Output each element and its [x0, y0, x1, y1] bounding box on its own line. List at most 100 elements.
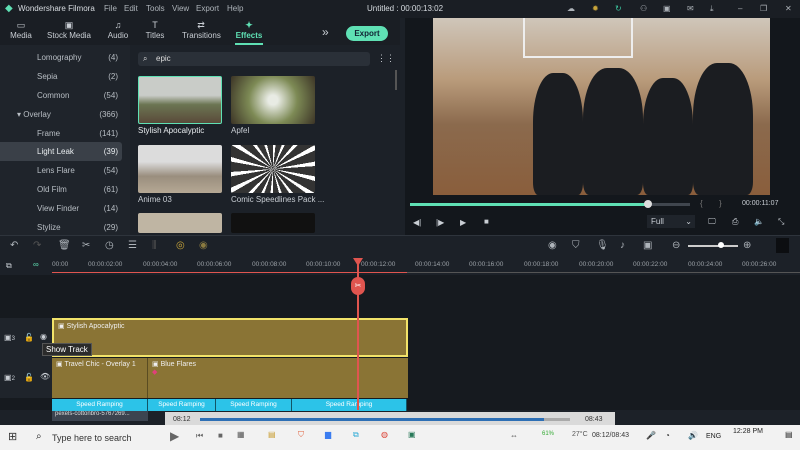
wifi-icon[interactable]: ◔: [665, 431, 670, 440]
next-frame-button[interactable]: |▶: [436, 218, 444, 227]
menu-tools[interactable]: Tools: [146, 4, 165, 13]
export-button[interactable]: Export: [346, 26, 388, 41]
brave-icon[interactable]: ⛉: [298, 430, 304, 440]
tab-media[interactable]: ▭ Media: [8, 18, 34, 45]
effect-thumb-comic-speedlines[interactable]: [231, 145, 315, 193]
audio-split-icon[interactable]: ⫼: [152, 240, 157, 251]
app-icon[interactable]: ▦: [237, 430, 245, 439]
split-scissors-icon[interactable]: ✂: [351, 277, 365, 295]
headset-icon[interactable]: ↻: [615, 4, 622, 13]
menu-export[interactable]: Export: [196, 4, 219, 13]
zoom-slider[interactable]: [688, 245, 738, 247]
prev-frame-button[interactable]: ◀|: [413, 218, 421, 227]
windows-start-icon[interactable]: ⊞: [8, 430, 17, 443]
microphone-icon[interactable]: 🎙: [596, 240, 609, 251]
undo-icon[interactable]: ↶: [10, 240, 18, 251]
mark-in-button[interactable]: {: [700, 199, 703, 208]
category-sepia[interactable]: Sepia (2): [0, 67, 122, 86]
play-button[interactable]: ▶: [460, 218, 466, 227]
speed-ramping-clip[interactable]: Speed Ramping: [216, 399, 292, 411]
grid-view-icon[interactable]: ⋮⋮: [377, 53, 395, 64]
menu-view[interactable]: View: [172, 4, 189, 13]
bulb-icon[interactable]: ✹: [592, 4, 599, 13]
clock[interactable]: 12:28 PM: [733, 428, 763, 435]
effect-thumb-anime-03[interactable]: [138, 145, 222, 193]
speed-ramping-clip[interactable]: Speed Ramping: [52, 399, 148, 411]
tab-effects[interactable]: ✦ Effects: [235, 18, 263, 45]
zoom-out-icon[interactable]: ⊖: [672, 240, 680, 251]
color-match-icon[interactable]: ◎: [176, 240, 185, 251]
category-common[interactable]: Common (54): [0, 86, 122, 105]
close-button[interactable]: ✕: [785, 4, 792, 13]
category-old-film[interactable]: Old Film (61): [0, 180, 122, 199]
effect-clip-stylish-apocalyptic[interactable]: ▣ Stylish Apocalyptic: [52, 318, 408, 357]
effect-thumb[interactable]: [138, 213, 222, 233]
filmora-taskbar-icon[interactable]: ▣: [408, 430, 416, 439]
effect-thumb-stylish-apocalyptic[interactable]: [138, 76, 222, 124]
effect-clip-travel-chic[interactable]: ▣ Travel Chic - Overlay 1: [52, 358, 148, 398]
stop-icon[interactable]: ■: [218, 431, 223, 440]
tab-stock-media[interactable]: ▣ Stock Media: [46, 18, 92, 45]
menu-file[interactable]: File: [104, 4, 117, 13]
delete-icon[interactable]: 🗑: [58, 240, 71, 251]
notifications-icon[interactable]: ▤: [785, 430, 793, 439]
panel-toggle[interactable]: [776, 238, 789, 253]
seek-handle[interactable]: [644, 200, 652, 208]
audio-mixer-icon[interactable]: ♪: [620, 240, 625, 251]
category-lens-flare[interactable]: Lens Flare (54): [0, 161, 122, 180]
network-icon[interactable]: ⇔: [510, 431, 518, 440]
link-icon[interactable]: ∞: [33, 260, 39, 269]
effect-thumb[interactable]: [231, 213, 315, 233]
adjust-icon[interactable]: ☰: [128, 240, 137, 251]
speed-ramping-clip[interactable]: Speed Ramping: [148, 399, 216, 411]
menu-help[interactable]: Help: [227, 4, 243, 13]
lock-icon[interactable]: 🔓: [24, 333, 34, 342]
grid-scrollbar[interactable]: [395, 70, 397, 90]
minimize-button[interactable]: –: [738, 4, 742, 13]
taskbar-search-input[interactable]: Type here to search: [52, 433, 132, 443]
category-frame[interactable]: Frame (141): [0, 124, 122, 143]
cut-icon[interactable]: ✂: [82, 240, 90, 251]
save-icon[interactable]: ▣: [663, 4, 671, 13]
zoom-slider-handle[interactable]: [718, 242, 724, 248]
stop-button[interactable]: ■: [484, 217, 489, 226]
mail-icon[interactable]: ✉: [687, 4, 694, 13]
mark-out-button[interactable]: }: [719, 199, 722, 208]
account-icon[interactable]: ⚇: [640, 4, 647, 13]
hide-track-icon[interactable]: ◉: [40, 332, 47, 341]
speed-ramping-clip[interactable]: Speed Ramping: [292, 399, 407, 411]
display-icon[interactable]: 🖵: [708, 217, 716, 227]
zoom-app-icon[interactable]: ▆: [325, 430, 331, 439]
cloud-icon[interactable]: ☁: [567, 4, 575, 13]
category-view-finder[interactable]: View Finder (14): [0, 199, 122, 218]
effect-clip-blue-flares[interactable]: ▣ Blue Flares ◆: [148, 358, 408, 398]
category-light-leak[interactable]: Light Leak (39): [0, 142, 122, 161]
tab-audio[interactable]: ♫ Audio: [106, 18, 130, 45]
previous-icon[interactable]: ⏮: [196, 431, 203, 441]
play-icon[interactable]: ▶: [170, 429, 179, 443]
redo-icon[interactable]: ↷: [33, 240, 41, 251]
lock-icon[interactable]: 🔓: [24, 373, 34, 382]
speed-icon[interactable]: ◷: [105, 240, 114, 251]
category-lomography[interactable]: Lomography (4): [0, 48, 122, 67]
file-explorer-icon[interactable]: ▤: [268, 430, 276, 439]
tab-titles[interactable]: T Titles: [143, 18, 167, 45]
effect-thumb-apfel[interactable]: [231, 76, 315, 124]
more-tabs-button[interactable]: »: [322, 25, 329, 39]
stabilize-icon[interactable]: ◉: [199, 240, 208, 251]
zoom-in-icon[interactable]: ⊕: [743, 240, 751, 251]
app-icon[interactable]: ⧉: [353, 430, 359, 440]
render-icon[interactable]: ◉: [548, 240, 557, 251]
menu-edit[interactable]: Edit: [124, 4, 138, 13]
restore-button[interactable]: ❐: [760, 4, 767, 13]
snapshot-icon[interactable]: ⎙: [732, 217, 738, 227]
language-indicator[interactable]: ENG: [706, 433, 721, 440]
quality-select[interactable]: Full ⌄: [647, 215, 695, 228]
video-clip[interactable]: pexels-cottonbro-5767269...: [52, 411, 148, 421]
player-progress-track[interactable]: [200, 418, 570, 421]
fullscreen-icon[interactable]: ⤡: [778, 217, 784, 227]
add-track-icon[interactable]: ⧉: [6, 261, 12, 271]
download-icon[interactable]: ⤓: [710, 4, 714, 14]
mic-icon[interactable]: 🎤: [646, 431, 656, 440]
marker-icon[interactable]: ⛉: [572, 240, 580, 251]
